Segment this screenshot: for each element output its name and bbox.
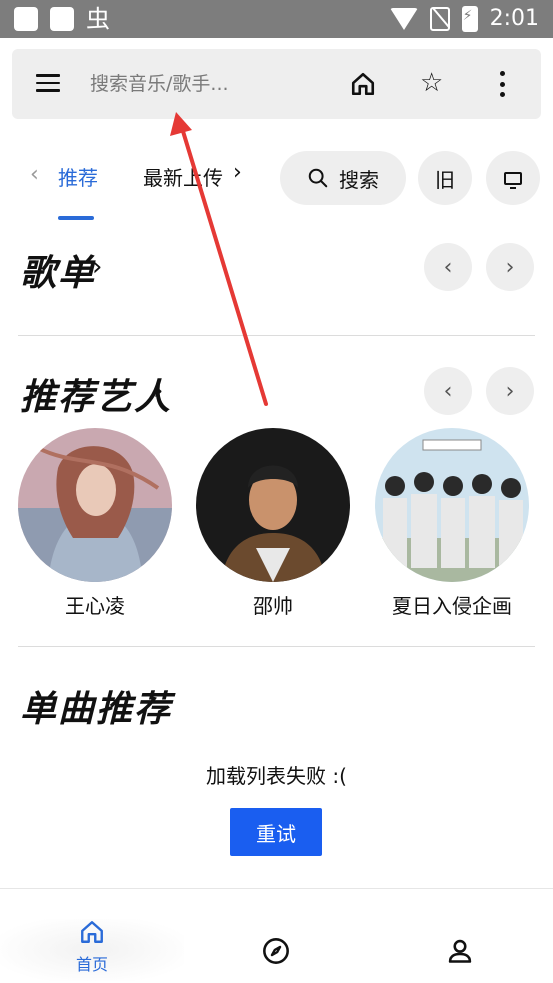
artist-name: 夏日入侵企画 [392,594,512,618]
tab-active-indicator [58,216,94,220]
avatar [196,428,350,582]
retry-button[interactable]: 重试 [230,808,322,856]
star-icon[interactable]: ☆ [420,69,443,97]
home-icon [81,921,103,943]
notification-app-icon: 虫 [86,5,110,33]
search-icon [308,168,328,188]
battery-charging-icon [461,6,478,32]
search-button-label: 搜索 [339,167,379,192]
status-time: 2:01 [489,6,539,31]
notification-icon [14,7,38,31]
artists-next-button[interactable]: › [486,367,534,415]
home-icon[interactable] [350,71,376,97]
chevron-left-icon: ‹ [443,254,453,280]
notification-icon [50,7,74,31]
artist-card[interactable]: 邵帅 [196,428,350,619]
old-version-button[interactable]: 旧 [418,151,472,205]
songs-title: 单曲推荐 [20,688,173,730]
chevron-right-icon: › [505,378,515,404]
desktop-mode-button[interactable] [486,151,540,205]
artists-title[interactable]: 推荐艺人 [20,368,172,420]
user-icon [448,939,472,963]
more-options-icon[interactable] [500,71,506,97]
top-search-bar: ☆ [12,49,541,119]
nav-profile[interactable] [368,937,552,969]
monitor-icon [504,171,522,189]
menu-icon[interactable] [36,74,60,92]
divider [18,335,535,336]
playlists-prev-button[interactable]: ‹ [424,243,472,291]
old-version-label: 旧 [435,167,455,192]
tab-latest[interactable]: 最新上传 [143,162,227,191]
status-bar: 虫 2:01 [0,0,553,38]
nav-home-label: 首页 [75,955,108,974]
avatar [18,428,172,582]
tabs-scroll-right-icon[interactable]: › [233,160,242,185]
playlists-next-button[interactable]: › [486,243,534,291]
tabs-scroll-left-icon[interactable]: ‹ [30,162,39,187]
search-input[interactable] [90,69,330,99]
wifi-icon [389,8,418,30]
avatar [375,428,529,582]
load-error-text: 加载列表失败 :( [206,764,347,788]
artists-more-icon[interactable]: › [153,376,163,406]
artist-name: 邵帅 [253,594,293,618]
chevron-right-icon: › [505,254,515,280]
artist-name: 王心凌 [65,594,125,618]
no-sim-icon [429,7,450,31]
artist-card[interactable]: 王心凌 [18,428,172,619]
divider [18,646,535,647]
search-button[interactable]: 搜索 [280,151,406,205]
bottom-navigation: 首页 [0,888,553,983]
nav-explore[interactable] [184,937,368,969]
playlists-more-icon[interactable]: › [92,252,102,282]
tab-recommend[interactable]: 推荐 [58,162,98,191]
chevron-left-icon: ‹ [443,378,453,404]
compass-icon [263,938,289,964]
nav-home[interactable]: 首页 [0,919,184,975]
artists-prev-button[interactable]: ‹ [424,367,472,415]
artist-card[interactable]: 夏日入侵企画 [375,428,529,619]
playlists-title[interactable]: 歌单 [20,244,96,296]
